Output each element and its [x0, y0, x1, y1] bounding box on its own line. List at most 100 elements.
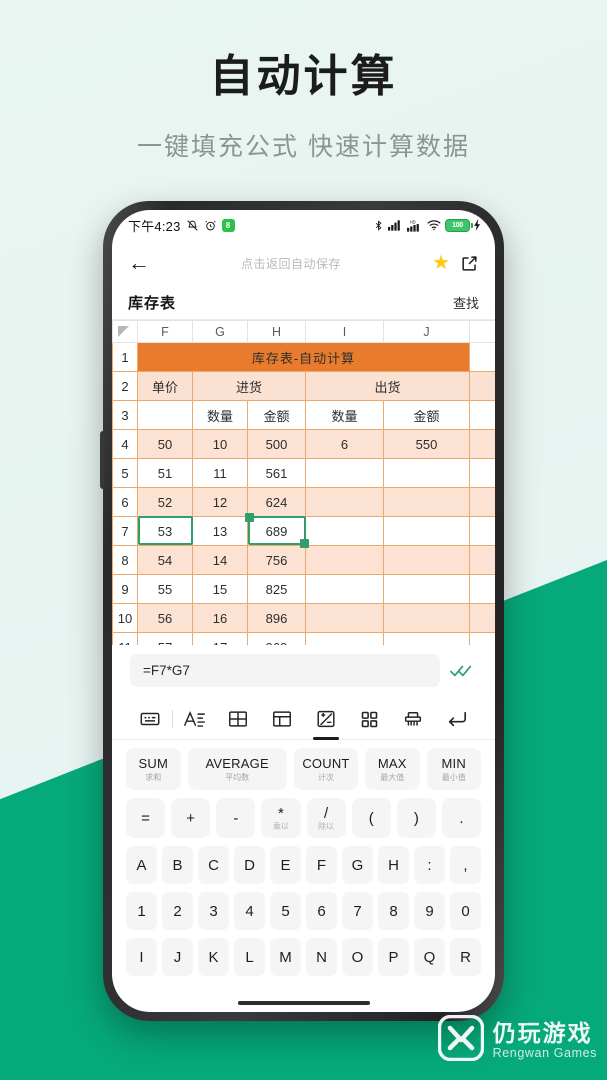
cell-G9[interactable]: 15 [192, 574, 248, 604]
key-M[interactable]: M [270, 938, 301, 976]
cell-H6[interactable]: 624 [247, 487, 306, 517]
row-header-1[interactable]: 1 [112, 342, 138, 372]
operator-key-plus[interactable]: + [171, 798, 211, 838]
document-name[interactable]: 库存表 [128, 292, 176, 313]
cell-K5[interactable] [469, 458, 495, 488]
row-header-6[interactable]: 6 [112, 487, 138, 517]
cell-H11[interactable]: 969 [247, 632, 306, 645]
column-header-G[interactable]: G [192, 320, 248, 343]
cell-I3[interactable]: 数量 [305, 400, 384, 430]
cell-F3[interactable] [137, 400, 193, 430]
cell-H7[interactable]: 689 [247, 516, 306, 546]
text-format-icon[interactable] [173, 699, 217, 739]
cell-G11[interactable]: 17 [192, 632, 248, 645]
operator-key-paren-open[interactable]: ( [351, 798, 391, 838]
cell-J9[interactable] [383, 574, 470, 604]
cell-G10[interactable]: 16 [192, 603, 248, 633]
operator-key-minus[interactable]: - [216, 798, 256, 838]
cell-I2[interactable]: 出货 [305, 371, 470, 401]
column-header-K[interactable] [469, 320, 495, 343]
row-header-11[interactable]: 11 [112, 632, 138, 645]
clear-brush-icon[interactable] [392, 699, 436, 739]
key-5[interactable]: 5 [270, 892, 301, 930]
cell-K2[interactable] [469, 371, 495, 401]
phone-side-button[interactable] [100, 431, 104, 489]
key-1[interactable]: 1 [126, 892, 157, 930]
cell-I11[interactable] [305, 632, 384, 645]
function-key-min[interactable]: MIN 最小值 [426, 748, 481, 790]
cell-K8[interactable] [469, 545, 495, 575]
cell-G8[interactable]: 14 [192, 545, 248, 575]
row-header-2[interactable]: 2 [112, 371, 138, 401]
cell-J4[interactable]: 550 [383, 429, 470, 459]
find-button[interactable]: 查找 [453, 293, 479, 312]
cell-J6[interactable] [383, 487, 470, 517]
cell-F8[interactable]: 54 [137, 545, 193, 575]
cell-F5[interactable]: 51 [137, 458, 193, 488]
key-C[interactable]: C [198, 846, 229, 884]
keyboard-icon[interactable] [128, 699, 172, 739]
key-4[interactable]: 4 [234, 892, 265, 930]
key-8[interactable]: 8 [378, 892, 409, 930]
star-icon[interactable]: ★ [432, 253, 450, 273]
key-R[interactable]: R [450, 938, 481, 976]
formula-input[interactable]: =F7*G7 [130, 654, 440, 687]
cell-I9[interactable] [305, 574, 384, 604]
cell-F11[interactable]: 57 [137, 632, 193, 645]
cell-G6[interactable]: 12 [192, 487, 248, 517]
cell-F6[interactable]: 52 [137, 487, 193, 517]
row-header-5[interactable]: 5 [112, 458, 138, 488]
home-indicator[interactable] [237, 1001, 370, 1005]
key-E[interactable]: E [270, 846, 301, 884]
function-key-count[interactable]: COUNT 计次 [293, 748, 358, 790]
key-A[interactable]: A [126, 846, 157, 884]
operator-key-divide[interactable]: / 除以 [306, 798, 346, 838]
row-header-4[interactable]: 4 [112, 429, 138, 459]
cell-G4[interactable]: 10 [192, 429, 248, 459]
cell-J3[interactable]: 金额 [383, 400, 470, 430]
cell-K4[interactable] [469, 429, 495, 459]
column-header-J[interactable]: J [383, 320, 470, 343]
key-G[interactable]: G [342, 846, 373, 884]
cell-J11[interactable] [383, 632, 470, 645]
key-0[interactable]: 0 [450, 892, 481, 930]
cell-G7[interactable]: 13 [192, 516, 248, 546]
row-header-3[interactable]: 3 [112, 400, 138, 430]
function-key-max[interactable]: MAX 最大值 [365, 748, 420, 790]
cell-K9[interactable] [469, 574, 495, 604]
key-P[interactable]: P [378, 938, 409, 976]
key-6[interactable]: 6 [306, 892, 337, 930]
enter-return-icon[interactable] [435, 699, 479, 739]
cell-I6[interactable] [305, 487, 384, 517]
share-icon[interactable] [460, 254, 479, 273]
row-header-8[interactable]: 8 [112, 545, 138, 575]
cell-K11[interactable] [469, 632, 495, 645]
cell-G5[interactable]: 11 [192, 458, 248, 488]
cell-I5[interactable] [305, 458, 384, 488]
cell-G3[interactable]: 数量 [192, 400, 248, 430]
column-header-F[interactable]: F [137, 320, 193, 343]
key-J[interactable]: J [162, 938, 193, 976]
cell-H10[interactable]: 896 [247, 603, 306, 633]
key-I[interactable]: I [126, 938, 157, 976]
key-F[interactable]: F [306, 846, 337, 884]
row-header-9[interactable]: 9 [112, 574, 138, 604]
key-3[interactable]: 3 [198, 892, 229, 930]
key-K[interactable]: K [198, 938, 229, 976]
cell-I7[interactable] [305, 516, 384, 546]
operator-key-dot[interactable]: . [441, 798, 481, 838]
cell-H8[interactable]: 756 [247, 545, 306, 575]
operator-key-paren-close[interactable]: ) [396, 798, 436, 838]
cell-I8[interactable] [305, 545, 384, 575]
cell-H9[interactable]: 825 [247, 574, 306, 604]
key-comma[interactable]: , [450, 846, 481, 884]
operator-key-equals[interactable]: = [126, 798, 166, 838]
sheet-banner-title[interactable]: 库存表-自动计算 [137, 342, 470, 372]
cell-I10[interactable] [305, 603, 384, 633]
back-arrow-icon[interactable]: ← [128, 252, 150, 274]
layout-icon[interactable] [260, 699, 304, 739]
function-key-average[interactable]: AVERAGE 平均数 [187, 748, 287, 790]
key-2[interactable]: 2 [162, 892, 193, 930]
operator-key-multiply[interactable]: * 乘以 [261, 798, 301, 838]
apps-grid-icon[interactable] [348, 699, 392, 739]
